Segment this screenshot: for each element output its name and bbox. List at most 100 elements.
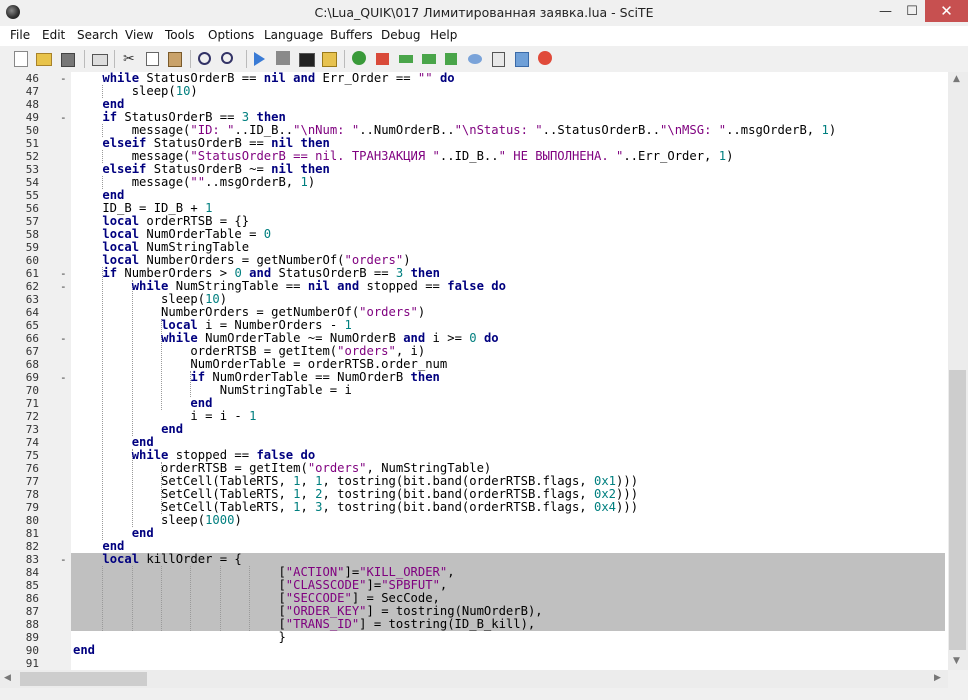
line-number-margin: 46 47 48 49 50 51 52 53 54 55 56 57 58 59 60 61 62 63 64 65… <box>0 72 43 670</box>
toolbar-separator <box>190 50 191 68</box>
cut-icon[interactable]: ✂ <box>123 51 139 67</box>
line-number: 67 <box>25 345 39 358</box>
maximize-button[interactable]: ☐ <box>899 0 925 22</box>
line-number: 57 <box>25 215 39 228</box>
line-number: 46 <box>25 72 39 85</box>
paste-icon[interactable] <box>168 52 182 67</box>
line-number: 48 <box>25 98 39 111</box>
fold-marker-icon[interactable]: - <box>60 280 67 293</box>
line-number: 56 <box>25 202 39 215</box>
line-number: 81 <box>25 527 39 540</box>
scroll-left-icon[interactable]: ◀ <box>4 673 11 683</box>
title-bar: C:\Lua_QUIK\017 Лимитированная заявка.lu… <box>0 0 968 26</box>
line-number: 69 <box>25 371 39 384</box>
menu-options[interactable]: Options <box>208 28 254 42</box>
fold-margin[interactable]: ------- <box>43 72 71 670</box>
line-number: 64 <box>25 306 39 319</box>
window-title: C:\Lua_QUIK\017 Лимитированная заявка.lu… <box>314 5 654 20</box>
fold-marker-icon[interactable]: - <box>60 553 67 566</box>
scroll-up-icon[interactable]: ▲ <box>953 74 960 84</box>
flag-icon[interactable] <box>376 53 389 65</box>
toolbar: ✂ <box>0 46 968 72</box>
scroll-right-icon[interactable]: ▶ <box>934 673 941 683</box>
line-number: 49 <box>25 111 39 124</box>
line-number: 80 <box>25 514 39 527</box>
menu-tools[interactable]: Tools <box>165 28 195 42</box>
line-number: 54 <box>25 176 39 189</box>
fold-marker-icon[interactable]: - <box>60 72 67 85</box>
print-icon[interactable] <box>92 54 108 66</box>
run-icon[interactable] <box>254 52 265 66</box>
line-number: 62 <box>25 280 39 293</box>
menu-file[interactable]: File <box>10 28 30 42</box>
open-icon[interactable] <box>36 53 52 66</box>
code-editor[interactable]: 46 47 48 49 50 51 52 53 54 55 56 57 58 59 60 61 62 63 64 65… <box>0 72 948 670</box>
menu-bar: File Edit Search View Tools Options Lang… <box>0 26 968 47</box>
line-number: 55 <box>25 189 39 202</box>
line-number: 60 <box>25 254 39 267</box>
line-number: 63 <box>25 293 39 306</box>
horizontal-scroll-thumb[interactable] <box>20 672 147 686</box>
line-number: 78 <box>25 488 39 501</box>
fold-marker-icon[interactable]: - <box>60 371 67 384</box>
status-bar <box>0 688 968 700</box>
line-number: 65 <box>25 319 39 332</box>
toolbar-separator <box>114 50 115 68</box>
toolbar-separator <box>246 50 247 68</box>
console-icon[interactable] <box>299 53 315 67</box>
line-number: 70 <box>25 384 39 397</box>
menu-search[interactable]: Search <box>77 28 118 42</box>
step-over-icon[interactable] <box>422 54 436 64</box>
build-icon[interactable] <box>322 52 337 67</box>
line-number: 82 <box>25 540 39 553</box>
copy-icon[interactable] <box>146 52 159 66</box>
export-icon[interactable] <box>515 52 529 67</box>
menu-debug[interactable]: Debug <box>381 28 420 42</box>
menu-edit[interactable]: Edit <box>42 28 65 42</box>
stop-icon[interactable] <box>276 51 290 65</box>
maximize-icon: ☐ <box>906 3 918 19</box>
line-number: 89 <box>25 631 39 644</box>
menu-help[interactable]: Help <box>430 28 457 42</box>
line-number: 75 <box>25 449 39 462</box>
calc-icon[interactable] <box>492 52 505 67</box>
vertical-scroll-thumb[interactable] <box>949 370 966 650</box>
close-button[interactable]: ✕ <box>925 0 968 22</box>
line-number: 88 <box>25 618 39 631</box>
line-number: 59 <box>25 241 39 254</box>
find-icon[interactable] <box>198 52 211 65</box>
scroll-down-icon[interactable]: ▼ <box>953 656 960 666</box>
line-number: 74 <box>25 436 39 449</box>
line-number: 86 <box>25 592 39 605</box>
code-line: } <box>73 630 286 644</box>
menu-view[interactable]: View <box>125 28 153 42</box>
line-number: 68 <box>25 358 39 371</box>
new-icon[interactable] <box>14 51 28 67</box>
menu-buffers[interactable]: Buffers <box>330 28 373 42</box>
line-number: 58 <box>25 228 39 241</box>
close-icon: ✕ <box>940 2 953 20</box>
toolbar-separator <box>84 50 85 68</box>
line-number: 84 <box>25 566 39 579</box>
step-out-icon[interactable] <box>445 53 457 65</box>
fold-marker-icon[interactable]: - <box>60 111 67 124</box>
fold-marker-icon[interactable]: - <box>60 332 67 345</box>
line-number: 61 <box>25 267 39 280</box>
line-number: 71 <box>25 397 39 410</box>
line-number: 91 <box>25 657 39 670</box>
line-number: 47 <box>25 85 39 98</box>
bug-icon[interactable] <box>352 51 366 65</box>
line-number: 79 <box>25 501 39 514</box>
line-number: 73 <box>25 423 39 436</box>
menu-language[interactable]: Language <box>264 28 323 42</box>
replace-icon[interactable] <box>221 52 233 64</box>
line-number: 66 <box>25 332 39 345</box>
fold-marker-icon[interactable]: - <box>60 267 67 280</box>
close-debug-icon[interactable] <box>538 51 552 65</box>
line-number: 53 <box>25 163 39 176</box>
minimize-button[interactable]: — <box>872 0 899 22</box>
watch-icon[interactable] <box>468 54 482 64</box>
line-number: 51 <box>25 137 39 150</box>
save-icon[interactable] <box>61 53 75 67</box>
step-icon[interactable] <box>399 55 413 63</box>
